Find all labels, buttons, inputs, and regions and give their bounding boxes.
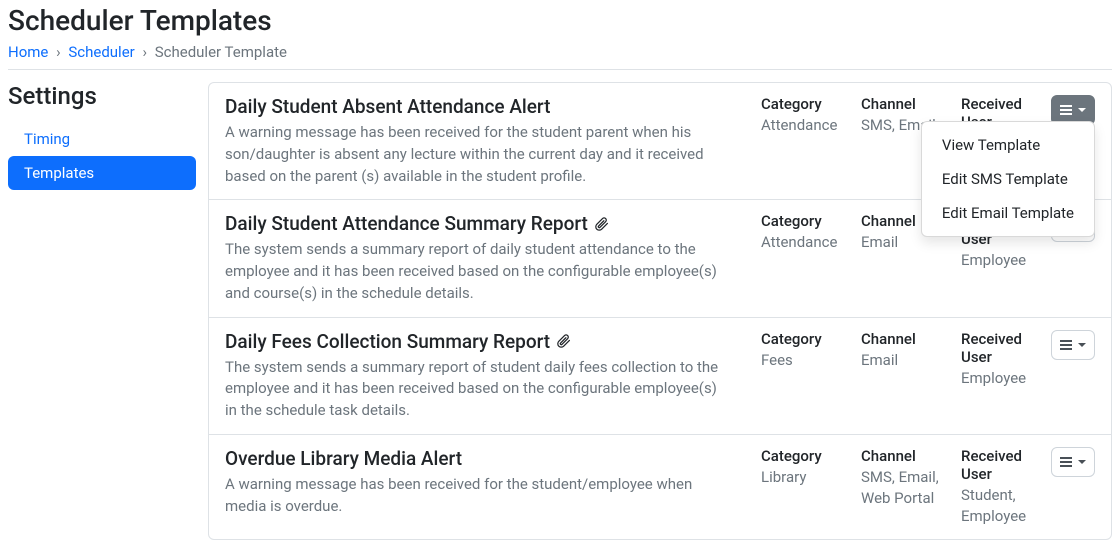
channel-label: Channel xyxy=(861,95,953,113)
template-row: Overdue Library Media Alert A warning me… xyxy=(209,435,1111,539)
list-icon xyxy=(1060,104,1074,116)
channel-label: Channel xyxy=(861,330,953,348)
category-value: Attendance xyxy=(761,232,853,253)
paperclip-icon xyxy=(556,333,571,349)
template-title-text: Daily Student Absent Attendance Alert xyxy=(225,95,550,118)
divider xyxy=(8,69,1112,70)
template-title: Daily Student Absent Attendance Alert xyxy=(225,95,745,118)
template-description: The system sends a summary report of stu… xyxy=(225,357,725,422)
template-row: Daily Student Absent Attendance Alert A … xyxy=(209,83,1111,200)
template-description: A warning message has been received for … xyxy=(225,474,725,518)
paperclip-icon xyxy=(594,216,609,232)
category-label: Category xyxy=(761,95,853,113)
breadcrumb-scheduler[interactable]: Scheduler xyxy=(68,43,134,61)
list-icon xyxy=(1060,339,1074,351)
category-label: Category xyxy=(761,447,853,465)
settings-sidebar: Settings Timing Templates xyxy=(8,82,208,540)
template-title-text: Daily Student Attendance Summary Report xyxy=(225,212,588,235)
sidebar-title: Settings xyxy=(8,82,196,110)
chevron-down-icon xyxy=(1078,343,1086,347)
received-user-value: Employee xyxy=(961,368,1043,389)
actions-menu-button[interactable] xyxy=(1051,330,1095,360)
templates-main: Daily Student Absent Attendance Alert A … xyxy=(208,82,1112,540)
template-row: Daily Fees Collection Summary Report The… xyxy=(209,318,1111,435)
chevron-down-icon xyxy=(1078,460,1086,464)
received-user-label: Received User xyxy=(961,447,1043,483)
actions-dropdown: View Template Edit SMS Template Edit Ema… xyxy=(921,121,1095,237)
breadcrumb-separator: › xyxy=(142,43,147,61)
chevron-down-icon xyxy=(1078,108,1086,112)
template-description: A warning message has been received for … xyxy=(225,122,725,187)
template-title: Daily Fees Collection Summary Report xyxy=(225,330,745,353)
category-value: Library xyxy=(761,467,853,488)
category-label: Category xyxy=(761,212,853,230)
templates-list: Daily Student Absent Attendance Alert A … xyxy=(208,82,1112,540)
edit-sms-template-item[interactable]: Edit SMS Template xyxy=(922,162,1094,196)
template-title-text: Daily Fees Collection Summary Report xyxy=(225,330,550,353)
sidebar-item-templates[interactable]: Templates xyxy=(8,156,196,190)
edit-email-template-item[interactable]: Edit Email Template xyxy=(922,196,1094,230)
received-user-value: Employee xyxy=(961,250,1043,271)
category-label: Category xyxy=(761,330,853,348)
category-value: Attendance xyxy=(761,115,853,136)
breadcrumb-separator: › xyxy=(56,43,61,61)
template-title-text: Overdue Library Media Alert xyxy=(225,447,462,470)
template-title: Daily Student Attendance Summary Report xyxy=(225,212,745,235)
template-description: The system sends a summary report of dai… xyxy=(225,239,725,304)
category-value: Fees xyxy=(761,350,853,371)
received-user-value: Student, Employee xyxy=(961,485,1043,527)
channel-value: Email xyxy=(861,350,953,371)
channel-label: Channel xyxy=(861,447,953,465)
actions-menu-button[interactable] xyxy=(1051,447,1095,477)
received-user-label: Received User xyxy=(961,330,1043,366)
breadcrumb: Home › Scheduler › Scheduler Template xyxy=(8,43,1112,61)
breadcrumb-home[interactable]: Home xyxy=(8,43,48,61)
sidebar-item-timing[interactable]: Timing xyxy=(8,122,196,156)
template-title: Overdue Library Media Alert xyxy=(225,447,745,470)
list-icon xyxy=(1060,456,1074,468)
channel-value: SMS, Email, Web Portal xyxy=(861,467,953,509)
view-template-item[interactable]: View Template xyxy=(922,128,1094,162)
breadcrumb-current: Scheduler Template xyxy=(155,43,287,61)
page-title: Scheduler Templates xyxy=(8,4,1112,37)
